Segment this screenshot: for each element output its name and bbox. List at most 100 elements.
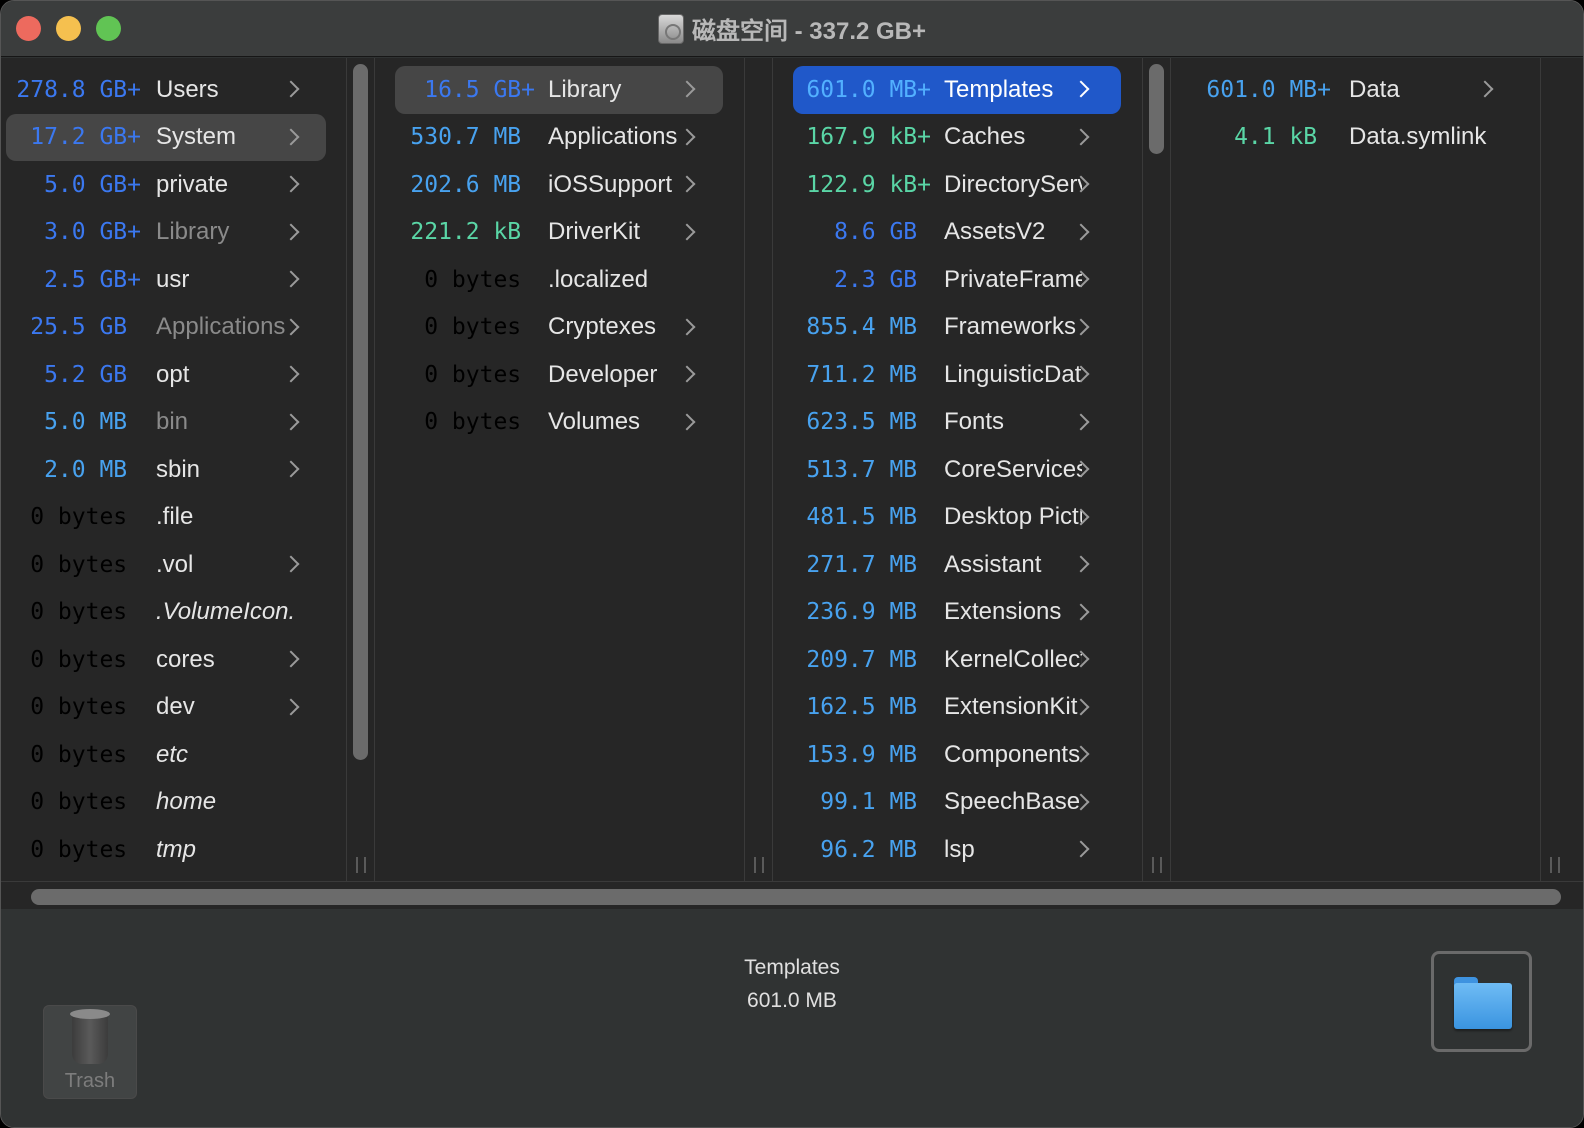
list-item[interactable]: 202.6 MB iOSSupport (395, 161, 723, 209)
reveal-in-finder-button[interactable] (1431, 951, 1532, 1052)
item-size: 0 bytes (30, 599, 141, 626)
list-item[interactable]: 122.9 kB+ DirectoryServices (793, 161, 1121, 209)
list-item[interactable]: 0 bytes Volumes (395, 399, 723, 447)
list-item[interactable]: 601.0 MB+ Data (1191, 66, 1531, 114)
item-size: 17.2 GB+ (30, 124, 141, 151)
column-4-scrollbar (1541, 58, 1583, 881)
item-name: usr (156, 265, 190, 293)
item-size: 153.9 MB (806, 741, 931, 768)
list-item[interactable]: 8.6 GB AssetsV2 (793, 209, 1121, 257)
list-item[interactable]: 0 bytes cores (6, 636, 326, 684)
item-size: 167.9 kB+ (806, 124, 931, 151)
list-item[interactable]: 0 bytes tmp (6, 826, 326, 874)
list-item[interactable]: 2.3 GB PrivateFrameworks (793, 256, 1121, 304)
list-item[interactable]: 278.8 GB+ Users (6, 66, 326, 114)
list-item[interactable]: 4.1 kB Data.symlink (1191, 114, 1531, 162)
item-name: Users (156, 75, 219, 103)
column-1-scrollbar[interactable] (347, 58, 375, 881)
item-size: 8.6 GB (834, 219, 931, 246)
item-size: 2.3 GB (834, 266, 931, 293)
horizontal-scrollbar[interactable] (1, 881, 1583, 909)
item-name: opt (156, 360, 190, 388)
list-item[interactable]: 513.7 MB CoreServices (793, 446, 1121, 494)
list-item[interactable]: 25.5 GB Applications (6, 304, 326, 352)
list-item[interactable]: 5.0 GB+ private (6, 161, 326, 209)
item-name: Assistant (944, 550, 1042, 578)
trash-button[interactable]: Trash (43, 1005, 137, 1099)
column-2: 16.5 GB+ Library 530.7 MB Applications 202.… (375, 58, 745, 881)
item-name: Frameworks (944, 313, 1077, 341)
list-item[interactable]: 0 bytes .VolumeIcon. (6, 589, 326, 637)
list-item[interactable]: 530.7 MB Applications (395, 114, 723, 162)
close-window-button[interactable] (16, 16, 41, 41)
item-name: DirectoryServices (944, 170, 1082, 198)
column-1-scroll-thumb[interactable] (353, 64, 368, 760)
item-size: 5.0 GB+ (44, 171, 141, 198)
item-name: bin (156, 408, 189, 436)
horizontal-scroll-thumb[interactable] (31, 889, 1561, 905)
list-item[interactable]: 0 bytes .vol (6, 541, 326, 589)
list-item[interactable]: 711.2 MB LinguisticData (793, 351, 1121, 399)
list-item[interactable]: 17.2 GB+ System (6, 113, 326, 161)
app-window: 磁盘空间 - 337.2 GB+ 278.8 GB+ Users 17.2 GB+ S… (0, 0, 1584, 1128)
list-item[interactable]: 481.5 MB Desktop Pictures (793, 494, 1121, 542)
list-item[interactable]: 236.9 MB Extensions (793, 589, 1121, 637)
list-item[interactable]: 2.5 GB+ usr (6, 256, 326, 304)
column-1-resize-handle[interactable] (356, 857, 366, 873)
column-3-resize-handle[interactable] (1152, 857, 1162, 873)
column-3-scroll-thumb[interactable] (1149, 64, 1164, 154)
list-item[interactable]: 271.7 MB Assistant (793, 541, 1121, 589)
minimize-window-button[interactable] (56, 16, 81, 41)
item-size: 16.5 GB+ (424, 76, 535, 103)
list-item[interactable]: 3.0 GB+ Library (6, 209, 326, 257)
list-item[interactable]: 5.2 GB opt (6, 351, 326, 399)
list-item[interactable]: 0 bytes Cryptexes (395, 304, 723, 352)
item-name: Volumes (548, 408, 641, 436)
column-1-list: 278.8 GB+ Users 17.2 GB+ System 5.0 GB+ priva… (1, 66, 346, 874)
list-item[interactable]: 0 bytes etc (6, 731, 326, 779)
item-name: cores (156, 645, 215, 673)
item-name: .vol (156, 550, 194, 578)
item-size: 0 bytes (424, 409, 535, 436)
list-item[interactable]: 153.9 MB Components (793, 731, 1121, 779)
item-size: 209.7 MB (806, 646, 931, 673)
list-item[interactable]: 601.0 MB+ Templates (793, 66, 1121, 114)
item-name: Library (548, 75, 622, 103)
list-item[interactable]: 0 bytes Developer (395, 351, 723, 399)
list-item[interactable]: 99.1 MB SpeechBase (793, 779, 1121, 827)
item-name: CoreServices (944, 455, 1082, 483)
list-item[interactable]: 167.9 kB+ Caches (793, 114, 1121, 162)
column-3-scrollbar[interactable] (1143, 58, 1171, 881)
window-title-group: 磁盘空间 - 337.2 GB+ (657, 11, 926, 46)
zoom-window-button[interactable] (96, 16, 121, 41)
list-item[interactable]: 221.2 kB DriverKit (395, 209, 723, 257)
title-bar: 磁盘空间 - 337.2 GB+ (1, 1, 1583, 57)
list-item[interactable]: 0 bytes .localized (395, 256, 723, 304)
list-item[interactable]: 855.4 MB Frameworks (793, 304, 1121, 352)
column-2-resize-handle[interactable] (754, 857, 764, 873)
column-4: 601.0 MB+ Data 4.1 kB Data.symlink (1171, 58, 1541, 881)
list-item[interactable]: 2.0 MB sbin (6, 446, 326, 494)
list-item[interactable]: 162.5 MB ExtensionKit (793, 684, 1121, 732)
item-name: Data (1349, 75, 1400, 103)
list-item[interactable]: 0 bytes .file (6, 494, 326, 542)
item-name: SpeechBase (944, 788, 1081, 816)
column-4-resize-handle[interactable] (1550, 857, 1560, 873)
list-item[interactable]: 0 bytes dev (6, 684, 326, 732)
item-name: Components (944, 740, 1081, 768)
item-size: 2.5 GB+ (44, 266, 141, 293)
list-item[interactable]: 623.5 MB Fonts (793, 399, 1121, 447)
item-name: Cryptexes (548, 313, 657, 341)
list-item[interactable]: 0 bytes home (6, 779, 326, 827)
item-size: 202.6 MB (410, 171, 535, 198)
list-item[interactable]: 16.5 GB+ Library (395, 66, 723, 114)
list-item[interactable]: 96.2 MB lsp (793, 826, 1121, 874)
item-size: 0 bytes (30, 741, 141, 768)
list-item[interactable]: 209.7 MB KernelCollections (793, 636, 1121, 684)
item-size: 236.9 MB (806, 599, 931, 626)
list-item[interactable]: 5.0 MB bin (6, 399, 326, 447)
item-size: 601.0 MB+ (806, 76, 931, 103)
item-name: DriverKit (548, 218, 641, 246)
item-size: 0 bytes (30, 646, 141, 673)
trash-icon (70, 1009, 110, 1064)
